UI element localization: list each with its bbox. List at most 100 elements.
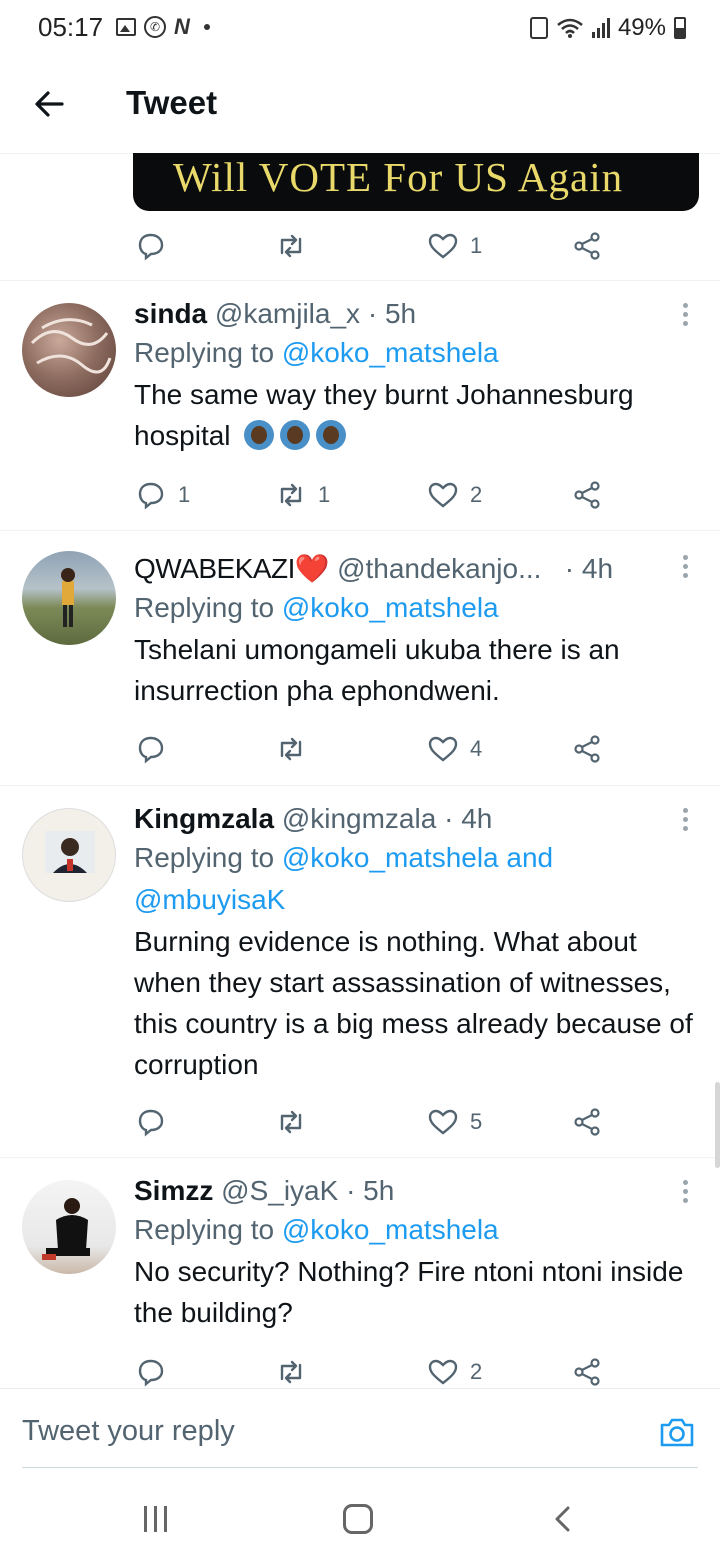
- reply-button[interactable]: [134, 1104, 178, 1140]
- share-button[interactable]: [570, 1354, 604, 1390]
- reply-icon: [138, 736, 164, 764]
- replying-prefix: Replying to: [134, 337, 282, 368]
- lock-icon: [529, 17, 548, 39]
- reply-button[interactable]: [134, 228, 178, 264]
- user-name[interactable]: QWABEKAZI❤️: [134, 553, 330, 584]
- status-bar: 05:17 ✆ N 49%: [0, 0, 720, 56]
- notification-icons: ✆ N: [116, 14, 210, 40]
- tweet-meta: QWABEKAZI❤️ @thandekanjo... · 4h: [134, 553, 614, 584]
- image-caption-text: Will VOTE For US Again: [173, 154, 624, 200]
- tweet-time: 4h: [581, 553, 614, 584]
- battery-icon: [674, 17, 686, 39]
- replying-prefix: Replying to: [134, 842, 282, 873]
- more-options-icon[interactable]: [678, 555, 692, 585]
- replying-to: Replying to @koko_matshela: [134, 1209, 694, 1251]
- user-handle[interactable]: @kamjila_x: [215, 298, 360, 329]
- reply-button[interactable]: [134, 731, 178, 767]
- tweet-content: sinda @kamjila_x · 5h Replying to @koko_…: [134, 296, 694, 456]
- replying-to: Replying to @koko_matshela and @mbuyisaK: [134, 837, 694, 921]
- tweet-actions: 2: [134, 1354, 614, 1390]
- like-button[interactable]: 2: [426, 1354, 482, 1390]
- tweet-meta: sinda @kamjila_x · 5h: [134, 298, 417, 329]
- reply-input[interactable]: Tweet your reply: [22, 1415, 235, 1448]
- user-name[interactable]: Simzz: [134, 1175, 213, 1206]
- like-button[interactable]: 2: [426, 477, 482, 513]
- tweet-time: 5h: [363, 1175, 395, 1206]
- like-count: 5: [470, 1109, 483, 1134]
- like-button[interactable]: 5: [426, 1104, 482, 1140]
- share-icon: [574, 735, 600, 763]
- tweet-text: Burning evidence is nothing. What about …: [134, 926, 693, 1080]
- user-handle[interactable]: @thandekanjo...: [337, 553, 541, 584]
- facepalm-emoji: [316, 420, 347, 450]
- tweet-content: QWABEKAZI❤️ @thandekanjo... · 4h Replyin…: [134, 551, 694, 711]
- heart-icon: [428, 482, 458, 508]
- share-button[interactable]: [570, 228, 604, 264]
- back-arrow-icon[interactable]: [28, 82, 72, 126]
- reply-count: 1: [178, 482, 191, 507]
- app-header: Tweet: [0, 56, 720, 154]
- like-count: 1: [470, 233, 483, 258]
- like-button[interactable]: 4: [426, 731, 482, 767]
- reply-composer: Tweet your reply: [0, 1388, 720, 1478]
- reply-tweet[interactable]: QWABEKAZI❤️ @thandekanjo... · 4h Replyin…: [0, 531, 720, 786]
- mention-link[interactable]: @koko_matshela: [282, 1214, 499, 1245]
- reply-icon: [138, 233, 164, 261]
- more-options-icon[interactable]: [678, 303, 692, 333]
- user-handle[interactable]: @kingmzala: [282, 803, 436, 834]
- reply-icon: [138, 1109, 164, 1137]
- more-options-icon[interactable]: [678, 1180, 692, 1210]
- back-icon[interactable]: [548, 1504, 578, 1534]
- whatsapp-icon: ✆: [144, 16, 166, 38]
- reply-button[interactable]: 1: [134, 477, 190, 513]
- share-button[interactable]: [570, 731, 604, 767]
- avatar[interactable]: [22, 808, 116, 902]
- share-icon: [574, 232, 600, 260]
- recent-apps-icon[interactable]: [142, 1506, 170, 1532]
- replying-prefix: Replying to: [134, 592, 282, 623]
- home-icon[interactable]: [343, 1504, 373, 1534]
- retweet-button[interactable]: [274, 731, 318, 767]
- tweet-text-block: The same way they burnt Johannesburg hos…: [134, 374, 694, 456]
- retweet-icon: [280, 483, 302, 507]
- mention-link[interactable]: @koko_matshela: [282, 592, 499, 623]
- retweet-button[interactable]: [274, 228, 318, 264]
- avatar[interactable]: [22, 1180, 116, 1274]
- reply-button[interactable]: [134, 1354, 178, 1390]
- reply-tweet[interactable]: Simzz @S_iyaK · 5h Replying to @koko_mat…: [0, 1158, 720, 1388]
- reply-icon: [138, 1359, 164, 1387]
- user-name[interactable]: Kingmzala: [134, 803, 274, 834]
- share-button[interactable]: [570, 1104, 604, 1140]
- user-handle[interactable]: @S_iyaK: [221, 1175, 338, 1206]
- tweet-text: No security? Nothing? Fire ntoni ntoni i…: [134, 1256, 684, 1328]
- retweet-icon: [280, 1110, 302, 1134]
- reply-tweet[interactable]: sinda @kamjila_x · 5h Replying to @koko_…: [0, 281, 720, 531]
- avatar[interactable]: [22, 303, 116, 397]
- share-button[interactable]: [570, 477, 604, 513]
- retweet-button[interactable]: [274, 1104, 318, 1140]
- n-notification-icon: N: [174, 14, 190, 39]
- like-button[interactable]: 1: [426, 228, 482, 264]
- reply-tweet[interactable]: Kingmzala @kingmzala · 4h Replying to @k…: [0, 786, 720, 1158]
- retweet-button[interactable]: 1: [274, 477, 330, 513]
- heart-icon: [428, 736, 458, 762]
- tweet-screen: 05:17 ✆ N 49% Tweet Will VOTE For US Aga…: [0, 0, 720, 1560]
- tweet-meta: Simzz @S_iyaK · 5h: [134, 1175, 395, 1206]
- tweet-actions: 5: [134, 1104, 614, 1140]
- reply-icon: [138, 482, 164, 510]
- status-time: 05:17: [38, 12, 104, 42]
- user-name[interactable]: sinda: [134, 298, 207, 329]
- tweet-text: The same way they burnt Johannesburg hos…: [134, 379, 634, 451]
- tweet-content: Simzz @S_iyaK · 5h Replying to @koko_mat…: [134, 1173, 694, 1333]
- tweet-image[interactable]: Will VOTE For US Again: [133, 153, 699, 211]
- avatar[interactable]: [22, 551, 116, 645]
- scrollbar[interactable]: [715, 1082, 720, 1168]
- more-options-icon[interactable]: [678, 808, 692, 838]
- page-title: Tweet: [126, 84, 218, 121]
- mention-link[interactable]: @koko_matshela: [282, 337, 499, 368]
- camera-icon[interactable]: [658, 1413, 696, 1451]
- retweet-button[interactable]: [274, 1354, 318, 1390]
- replying-prefix: Replying to: [134, 1214, 282, 1245]
- wifi-icon: [557, 18, 583, 38]
- like-count: 2: [470, 1359, 483, 1384]
